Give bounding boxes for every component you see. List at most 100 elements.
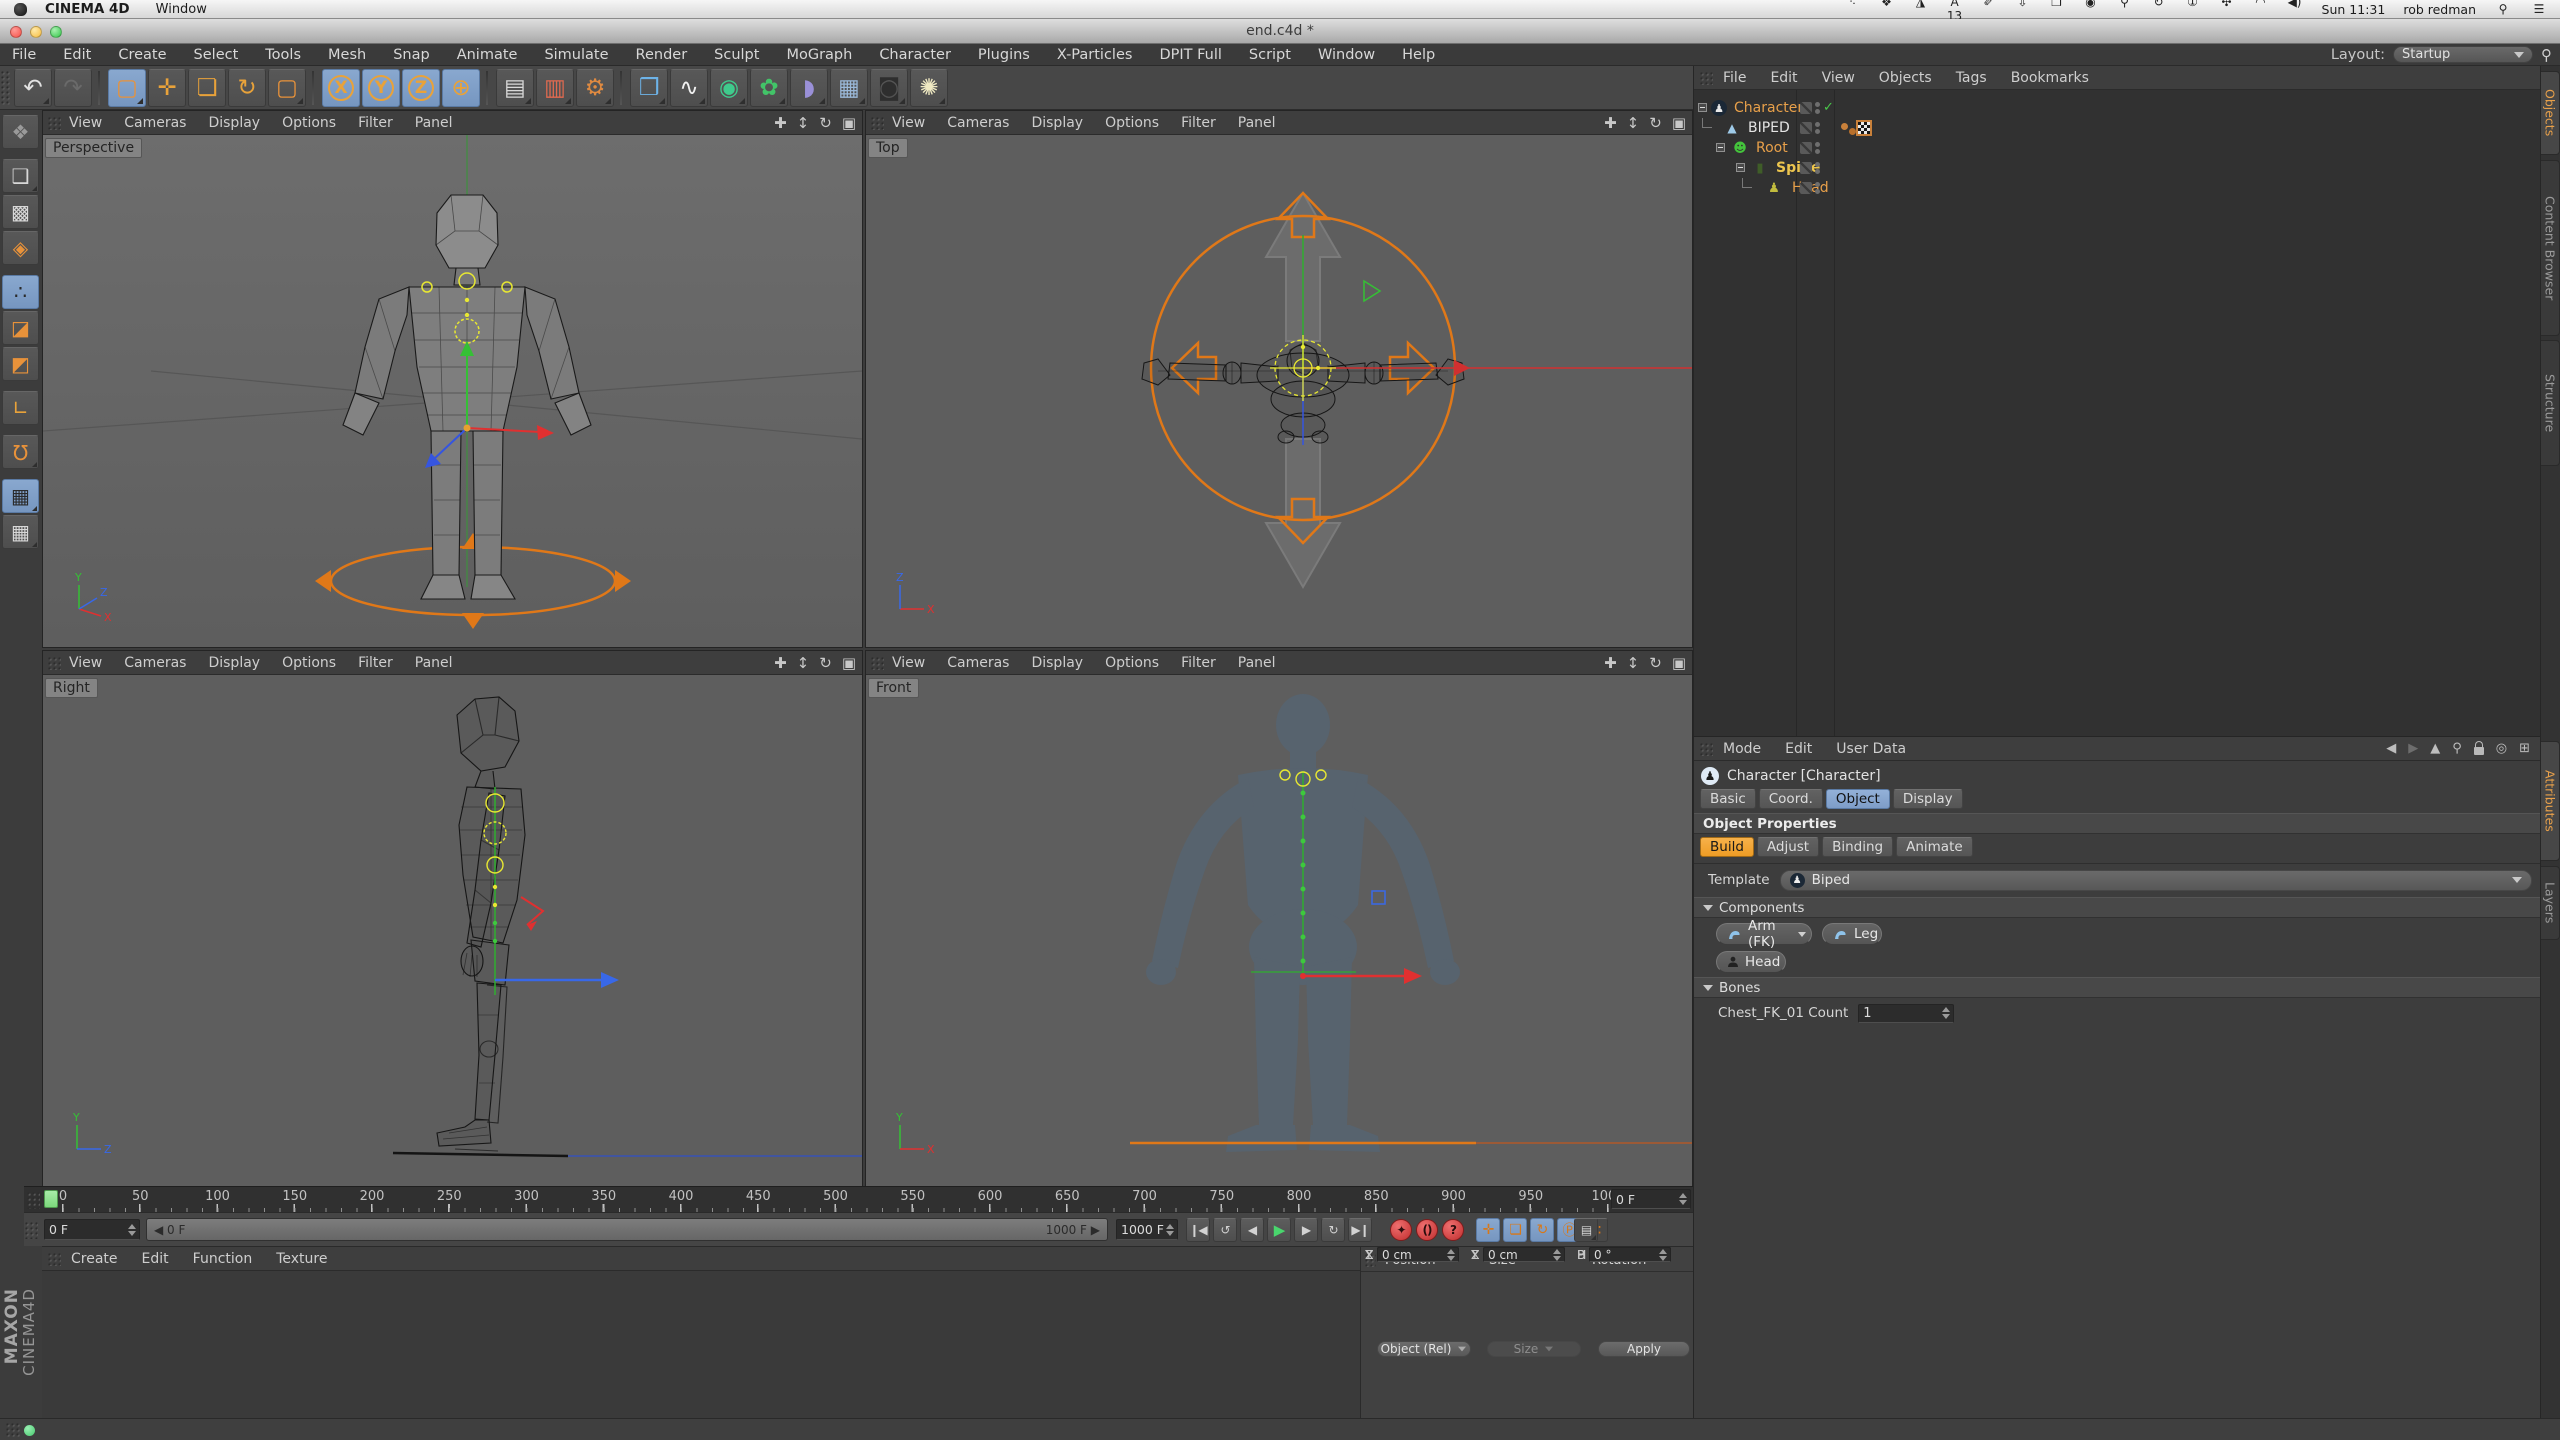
toolbar-separator[interactable] [94,69,104,107]
tab-structure[interactable]: Structure [2541,340,2560,466]
tree-label[interactable]: Spine [1776,160,1820,176]
toolbar-grip[interactable] [0,70,10,106]
viewport-menu-item[interactable]: Panel [415,655,453,671]
tab-build[interactable]: Build [1700,837,1754,857]
mac-menu-item[interactable]: Window [156,2,207,17]
menu-item[interactable]: Snap [393,47,429,63]
deformer-icon[interactable]: ◗ [790,69,828,107]
viewport-grip[interactable] [870,656,884,670]
menu-item[interactable]: MoGraph [786,47,852,63]
viewport-right-canvas[interactable]: Y Z [43,675,862,1187]
menu-item[interactable]: Select [194,47,239,63]
camera-icon[interactable]: ◙ [870,69,908,107]
tab-binding[interactable]: Binding [1822,837,1893,857]
menu-item[interactable]: Help [1402,47,1435,63]
play-button[interactable]: ▶ [1267,1218,1291,1242]
lock-x-axis-icon[interactable]: X [322,69,360,107]
rotate-view-icon[interactable]: ↻ [819,114,832,132]
new-panel-icon[interactable]: ⊞ [2519,741,2530,756]
render-view-icon[interactable]: ▤ [496,69,534,107]
menu-item[interactable]: Render [636,47,688,63]
redo-icon[interactable]: ↷ [54,69,92,107]
editor-render-dots[interactable] [1815,142,1820,147]
add-head-button[interactable]: Head [1716,951,1786,973]
history-forward-icon[interactable]: ▶ [2408,741,2418,756]
visibility-toggle[interactable] [1800,162,1812,174]
viewport-front-canvas[interactable]: Y X [866,675,1692,1187]
key-scale-button[interactable]: ❏ [1503,1218,1527,1242]
viewport-menu-item[interactable]: Panel [1238,115,1276,131]
viewport-menu-item[interactable]: Options [282,655,336,671]
spinner-arrows-icon[interactable] [1445,1248,1455,1261]
next-key-button[interactable]: ↻ [1321,1218,1345,1242]
mac-app-name[interactable]: CINEMA 4D [45,1,130,17]
timeline-grip[interactable] [26,1191,40,1209]
zoom-view-icon[interactable]: ↕ [797,114,810,132]
viewport-top-canvas[interactable]: X Z [866,135,1692,647]
render-settings-icon[interactable]: ⚙ [576,69,614,107]
menu-item[interactable]: Animate [457,47,518,63]
viewport-menu-item[interactable]: Filter [1181,115,1216,131]
add-arm-fk-button[interactable]: Arm (FK) [1716,923,1812,945]
viewport-grip[interactable] [870,116,884,130]
texture-mode-icon[interactable]: ▩ [2,195,39,229]
pan-view-icon[interactable]: ✚ [774,114,787,132]
move-tool-icon[interactable]: ✛ [148,69,186,107]
layout-search-icon[interactable]: ⚲ [2541,46,2552,64]
zoom-view-icon[interactable]: ↕ [797,654,810,672]
previous-key-button[interactable]: ↺ [1213,1218,1237,1242]
section-components[interactable]: Components [1694,897,2540,918]
apple-menu-icon[interactable] [14,3,27,16]
viewport-menu-item[interactable]: Options [1105,115,1159,131]
current-frame-field[interactable]: 0 F [1611,1189,1691,1209]
menu-item[interactable]: Function [193,1251,253,1267]
viewport-menu-item[interactable]: Cameras [124,655,186,671]
expander-icon[interactable] [1736,163,1745,172]
viewport-menu-item[interactable]: View [892,655,925,671]
add-cube-object-icon[interactable]: ❒ [630,69,668,107]
menu-item[interactable]: File [12,47,36,63]
viewport-perspective[interactable]: ViewCamerasDisplayOptionsFilterPanel ✚↕↻… [42,110,863,648]
menu-item[interactable]: Plugins [978,47,1030,63]
weight-tag-icon[interactable] [1841,123,1848,130]
maximize-view-icon[interactable]: ▣ [842,114,856,132]
menu-item[interactable]: Bookmarks [2011,70,2089,86]
key-position-button[interactable]: ✛ [1476,1218,1500,1242]
visibility-toggle[interactable] [1800,142,1812,154]
viewport-menu-item[interactable]: Display [208,655,260,671]
viewport-right[interactable]: ViewCamerasDisplayOptionsFilterPanel ✚↕↻… [42,650,863,1188]
lock-z-axis-icon[interactable]: Z [402,69,440,107]
light-icon[interactable]: ✺ [910,69,948,107]
spline-pen-icon[interactable]: ∿ [670,69,708,107]
zoom-view-icon[interactable]: ↕ [1627,114,1640,132]
points-mode-icon[interactable]: ∴ [2,275,39,309]
menu-item[interactable]: Mode [1723,741,1761,757]
menu-item[interactable]: Edit [1785,741,1812,757]
track-selection-icon[interactable]: ◎ [2496,741,2507,756]
keyframe-selection-button[interactable]: ? [1442,1219,1464,1241]
texture-tag-icon[interactable] [1856,120,1872,136]
viewport-menu-item[interactable]: Display [1031,115,1083,131]
window-title-bar[interactable]: end.c4d * [0,19,2560,44]
menu-item[interactable]: Tools [265,47,301,63]
viewport-menu-item[interactable]: Cameras [947,655,1009,671]
editor-render-dots[interactable] [1815,182,1820,187]
rotate-view-icon[interactable]: ↻ [1649,654,1662,672]
menu-item[interactable]: Character [879,47,951,63]
workplane-icon[interactable]: ▦ [2,515,39,549]
viewport-menu-item[interactable]: Display [208,115,260,131]
range-start-handle[interactable]: ◀ 0 F [154,1223,185,1237]
range-end-handle[interactable]: 1000 F ▶ [1046,1223,1100,1237]
polygon-mode-icon[interactable]: ◩ [2,347,39,381]
record-keyframe-button[interactable]: ✦ [1390,1219,1412,1241]
tree-row-character[interactable]: ♟ Character ✓ [1694,98,2540,118]
spinner-arrows-icon[interactable] [1164,1220,1174,1239]
menu-item[interactable]: Edit [63,47,91,63]
viewport-label[interactable]: Right [45,678,98,698]
workplane-mode-icon[interactable]: ◈ [2,231,39,265]
template-dropdown[interactable]: ♟ Biped [1780,870,2532,891]
rotate-view-icon[interactable]: ↻ [819,654,832,672]
viewport-menu-item[interactable]: View [69,655,102,671]
next-frame-button[interactable]: ▶ [1294,1218,1318,1242]
notification-center-icon[interactable]: ☰ [2530,2,2548,16]
